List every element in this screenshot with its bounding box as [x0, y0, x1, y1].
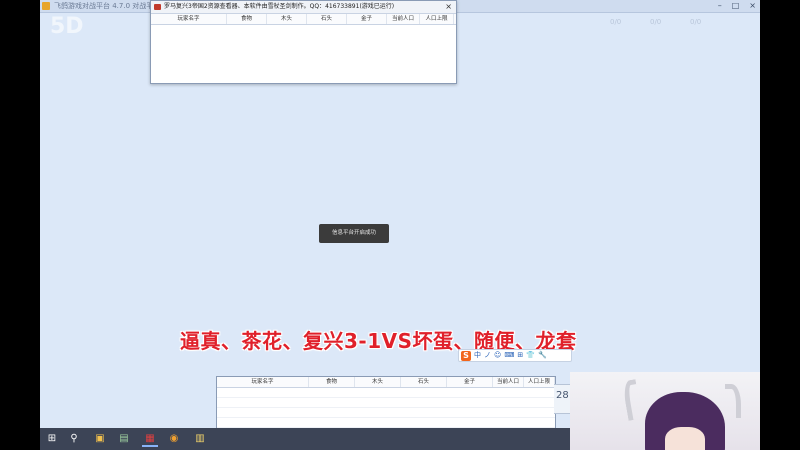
- column-header[interactable]: 石头: [401, 377, 447, 387]
- ime-mode-icon[interactable]: 中: [474, 350, 481, 361]
- resource-viewer-window[interactable]: 罗马复兴3帝国2资源查看器、本软件由雪杖圣剑制作。QQ：416733891(游戏…: [150, 0, 457, 84]
- resource-grid-header: 玩家名字 食物 木头 石头 金子 当前人口 人口上限: [151, 14, 456, 25]
- column-header[interactable]: 当前人口: [493, 377, 524, 387]
- taskbar-app-icon[interactable]: ▥: [192, 431, 208, 447]
- avatar-face: [665, 427, 705, 450]
- close-button[interactable]: ×: [749, 0, 756, 12]
- column-header[interactable]: 金子: [447, 377, 493, 387]
- app-title: 飞鸽游戏对战平台 4.7.0 对战平台: [54, 2, 161, 10]
- column-header[interactable]: 石头: [307, 14, 347, 24]
- taskbar-app-icon[interactable]: ▤: [116, 431, 132, 447]
- column-header[interactable]: 食物: [227, 14, 267, 24]
- toast-message: 信息平台开启成功: [319, 224, 389, 243]
- ime-skin-icon[interactable]: 👕: [526, 350, 535, 361]
- column-header[interactable]: 食物: [309, 377, 355, 387]
- taskbar-app-icon[interactable]: ▦: [142, 431, 158, 447]
- column-header[interactable]: 人口上限: [524, 377, 555, 387]
- desktop: 飞鸽游戏对战平台 4.7.0 对战平台 – □ × 5D 0/0 0/0 0/0…: [40, 0, 760, 450]
- bg-stat: 0/0: [690, 18, 702, 26]
- background-logo: 5D: [50, 14, 84, 39]
- column-header[interactable]: 当前人口: [387, 14, 420, 24]
- ime-settings-icon[interactable]: 🔧: [538, 350, 547, 361]
- ime-keyboard-icon[interactable]: ⌨: [504, 350, 514, 361]
- ime-punct-icon[interactable]: ノ: [484, 350, 491, 361]
- window-controls: – □ ×: [718, 0, 756, 12]
- taskbar-app-icon[interactable]: ▣: [92, 431, 108, 447]
- ime-toolbar[interactable]: S 中 ノ ☺ ⌨ ⊞ 👕 🔧: [458, 349, 572, 362]
- letterbox-right: [760, 0, 800, 450]
- letterbox-left: [0, 0, 40, 450]
- ime-emoji-icon[interactable]: ☺: [494, 350, 501, 361]
- column-header[interactable]: 木头: [355, 377, 401, 387]
- sogou-logo-icon[interactable]: S: [461, 350, 471, 361]
- streamer-avatar-overlay: [570, 372, 760, 450]
- minimize-button[interactable]: –: [718, 0, 722, 12]
- start-icon[interactable]: ⊞: [44, 431, 60, 447]
- resource-viewer-title: 罗马复兴3帝国2资源查看器、本软件由雪杖圣剑制作。QQ：416733891(游戏…: [164, 3, 395, 10]
- taskbar-app-icon[interactable]: ◉: [166, 431, 182, 447]
- search-icon[interactable]: ⚲: [66, 431, 82, 447]
- column-header[interactable]: 人口上限: [420, 14, 454, 24]
- peek-number: 28: [556, 390, 569, 401]
- bg-stat: 0/0: [610, 18, 622, 26]
- column-header[interactable]: 玩家名字: [217, 377, 309, 387]
- app-icon: [154, 4, 161, 10]
- column-header[interactable]: 木头: [267, 14, 307, 24]
- avatar-horn-right: [725, 384, 741, 418]
- resource-grid-header: 玩家名字 食物 木头 石头 金子 当前人口 人口上限: [217, 377, 555, 388]
- bg-stat: 0/0: [650, 18, 662, 26]
- resource-viewer-close-button[interactable]: ×: [445, 1, 452, 13]
- avatar-horn-left: [621, 379, 643, 421]
- resource-viewer-titlebar[interactable]: 罗马复兴3帝国2资源查看器、本软件由雪杖圣剑制作。QQ：416733891(游戏…: [151, 1, 456, 14]
- maximize-button[interactable]: □: [732, 0, 740, 12]
- column-header[interactable]: 金子: [347, 14, 387, 24]
- column-header[interactable]: 玩家名字: [151, 14, 227, 24]
- app-logo-icon: [42, 2, 50, 10]
- ime-grid-icon[interactable]: ⊞: [517, 350, 523, 361]
